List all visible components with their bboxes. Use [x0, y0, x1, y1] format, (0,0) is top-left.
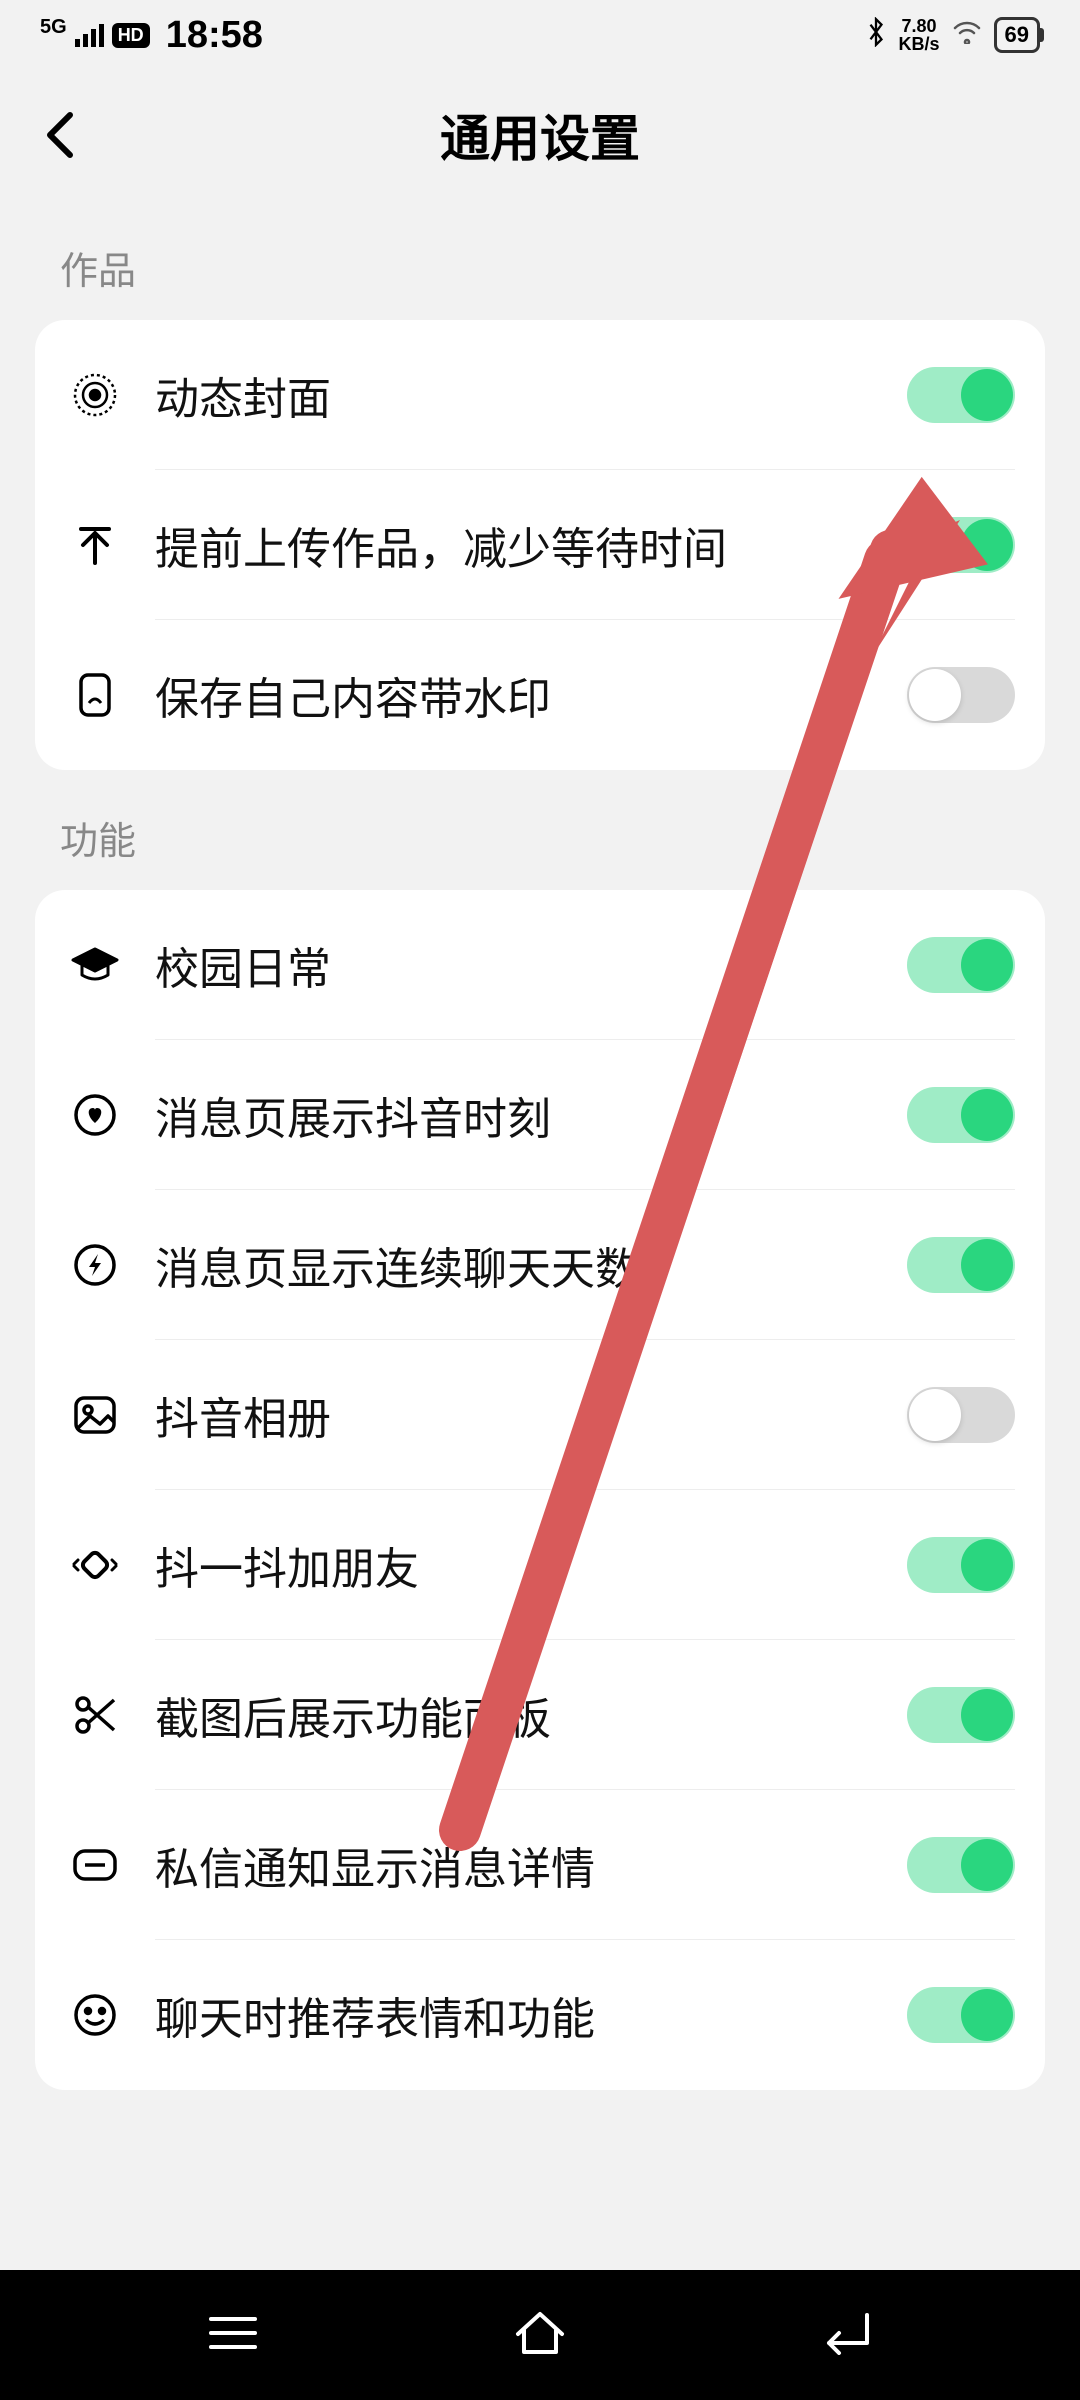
- app-header: 通用设置: [0, 70, 1080, 200]
- row-dynamic-cover[interactable]: 动态封面: [35, 320, 1045, 470]
- status-right: 7.80 KB/s 69: [865, 17, 1041, 54]
- toggle-campus[interactable]: [907, 937, 1015, 993]
- network-type: 5G: [40, 16, 67, 39]
- nav-back-button[interactable]: [817, 2311, 877, 2360]
- toggle-moments[interactable]: [907, 1087, 1015, 1143]
- bullseye-icon: [65, 365, 125, 425]
- system-nav-bar: [0, 2270, 1080, 2400]
- card-features: 校园日常 消息页展示抖音时刻 消息页显示连续聊天天数 抖音相册: [35, 890, 1045, 2090]
- row-label: 抖音相册: [155, 1383, 907, 1447]
- heart-circle-icon: [65, 1085, 125, 1145]
- row-label: 动态封面: [155, 363, 907, 427]
- row-dm-detail[interactable]: 私信通知显示消息详情: [35, 1790, 1045, 1940]
- status-time: 18:58: [166, 14, 263, 57]
- speed-unit: KB/s: [899, 35, 940, 53]
- toggle-chat-streak[interactable]: [907, 1237, 1015, 1293]
- graduation-cap-icon: [65, 935, 125, 995]
- row-watermark[interactable]: 保存自己内容带水印: [35, 620, 1045, 770]
- row-label: 私信通知显示消息详情: [155, 1833, 907, 1897]
- section-title-features: 功能: [0, 770, 1080, 890]
- toggle-preupload[interactable]: [907, 517, 1015, 573]
- toggle-dynamic-cover[interactable]: [907, 367, 1015, 423]
- toggle-shake[interactable]: [907, 1537, 1015, 1593]
- row-label: 保存自己内容带水印: [155, 663, 907, 727]
- row-album[interactable]: 抖音相册: [35, 1340, 1045, 1490]
- shake-icon: [65, 1535, 125, 1595]
- row-moments[interactable]: 消息页展示抖音时刻: [35, 1040, 1045, 1190]
- row-emoji-suggest[interactable]: 聊天时推荐表情和功能: [35, 1940, 1045, 2090]
- page-title: 通用设置: [440, 99, 640, 171]
- row-preupload[interactable]: 提前上传作品，减少等待时间: [35, 470, 1045, 620]
- phone-watermark-icon: [65, 665, 125, 725]
- battery-indicator: 69: [994, 17, 1040, 53]
- nav-recent-button[interactable]: [203, 2311, 263, 2360]
- row-label: 校园日常: [155, 933, 907, 997]
- emoji-icon: [65, 1985, 125, 2045]
- row-shake[interactable]: 抖一抖加朋友: [35, 1490, 1045, 1640]
- row-screenshot-panel[interactable]: 截图后展示功能面板: [35, 1640, 1045, 1790]
- section-title-works: 作品: [0, 200, 1080, 320]
- row-campus[interactable]: 校园日常: [35, 890, 1045, 1040]
- row-label: 聊天时推荐表情和功能: [155, 1983, 907, 2047]
- row-label: 抖一抖加朋友: [155, 1533, 907, 1597]
- toggle-screenshot-panel[interactable]: [907, 1687, 1015, 1743]
- toggle-dm-detail[interactable]: [907, 1837, 1015, 1893]
- chevron-left-icon: [40, 110, 80, 160]
- toggle-emoji-suggest[interactable]: [907, 1987, 1015, 2043]
- status-bar: 5G HD 18:58 7.80 KB/s 69: [0, 0, 1080, 70]
- message-detail-icon: [65, 1835, 125, 1895]
- lightning-circle-icon: [65, 1235, 125, 1295]
- row-label: 消息页展示抖音时刻: [155, 1083, 907, 1147]
- upload-arrow-icon: [65, 515, 125, 575]
- nav-home-button[interactable]: [510, 2308, 570, 2363]
- hd-badge: HD: [112, 23, 150, 48]
- signal-bars-icon: [75, 24, 104, 47]
- scissors-icon: [65, 1685, 125, 1745]
- status-left: 5G HD 18:58: [40, 14, 263, 57]
- bluetooth-icon: [865, 17, 887, 54]
- row-label: 截图后展示功能面板: [155, 1683, 907, 1747]
- row-label: 消息页显示连续聊天天数: [155, 1233, 907, 1297]
- back-button[interactable]: [30, 105, 90, 165]
- toggle-album[interactable]: [907, 1387, 1015, 1443]
- row-label: 提前上传作品，减少等待时间: [155, 513, 907, 577]
- photo-icon: [65, 1385, 125, 1445]
- speed-value: 7.80: [901, 17, 936, 35]
- network-speed: 7.80 KB/s: [899, 17, 940, 53]
- row-chat-streak[interactable]: 消息页显示连续聊天天数: [35, 1190, 1045, 1340]
- card-works: 动态封面 提前上传作品，减少等待时间 保存自己内容带水印: [35, 320, 1045, 770]
- wifi-icon: [952, 20, 982, 50]
- toggle-watermark[interactable]: [907, 667, 1015, 723]
